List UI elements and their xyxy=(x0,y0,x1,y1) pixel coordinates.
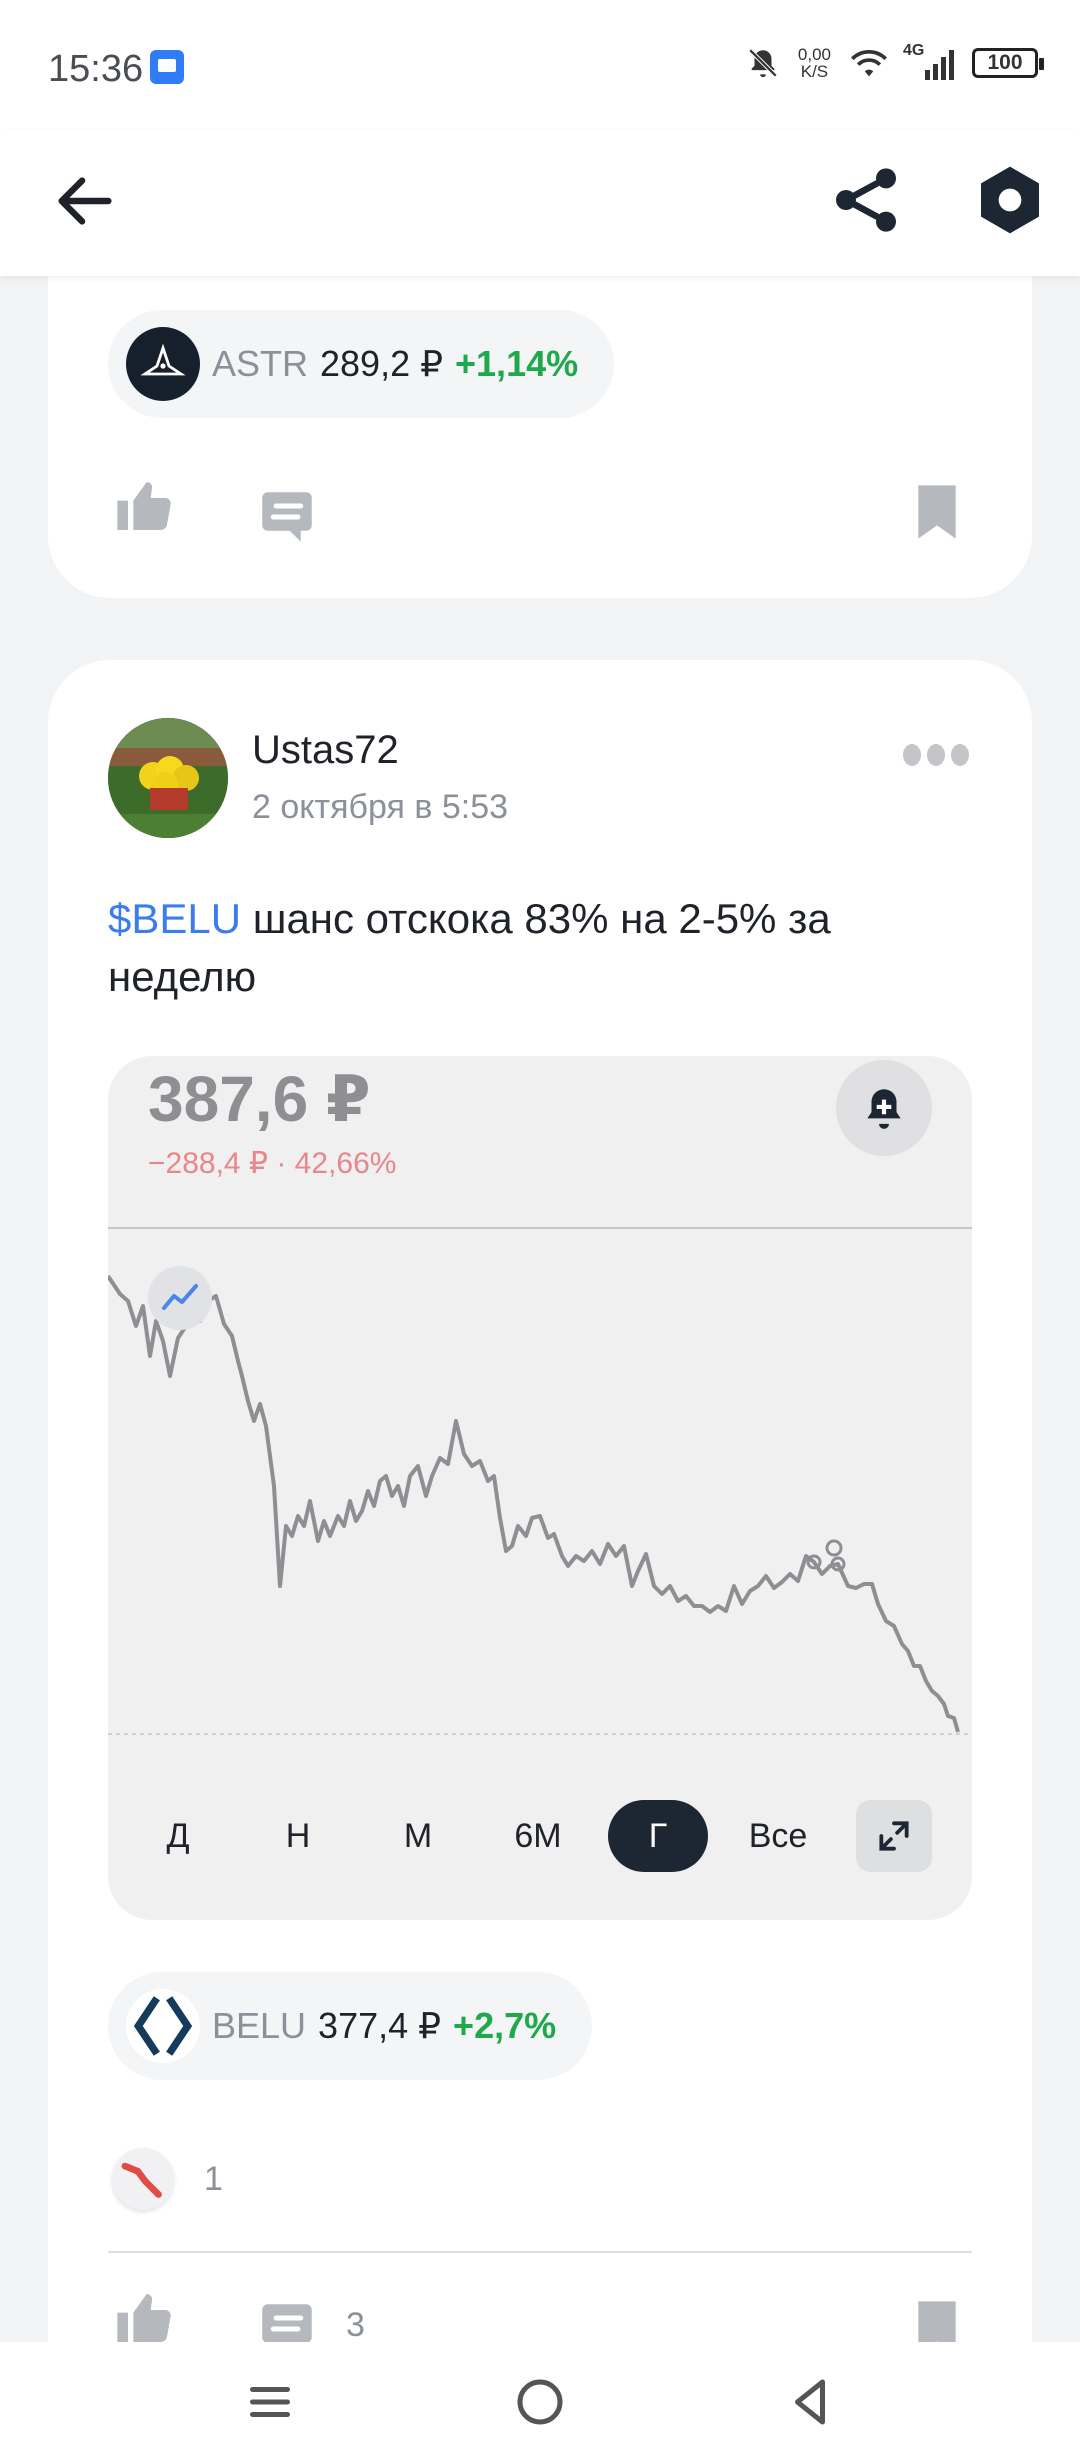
range-day[interactable]: Д xyxy=(148,1800,208,1872)
like-icon[interactable] xyxy=(112,474,176,538)
chart-price: 387,6 ₽ xyxy=(148,1063,371,1135)
app-bar xyxy=(0,130,1080,276)
chart-event-marker[interactable] xyxy=(825,1539,843,1557)
previous-post-card xyxy=(48,240,1032,598)
post-ticker-tag[interactable]: $BELU xyxy=(108,895,241,942)
ticker-change: +2,7% xyxy=(453,2005,557,2046)
range-week[interactable]: Н xyxy=(268,1800,328,1872)
falling-chart-emoji-icon xyxy=(112,2148,174,2210)
ticker-chip-astr[interactable]: ASTR 289,2 ₽ +1,14% xyxy=(108,310,615,418)
range-6-months[interactable]: 6М xyxy=(498,1800,578,1872)
reaction-summary[interactable]: 1 xyxy=(112,2148,223,2210)
bell-plus-icon xyxy=(867,1089,901,1129)
chart-type-toggle[interactable] xyxy=(148,1266,212,1330)
post-date: 2 октября в 5:53 xyxy=(252,788,509,826)
status-icons: 0,00 K/S 4G 100 xyxy=(746,42,1044,80)
net-speed-value: 0,00 xyxy=(797,45,831,64)
net-speed-unit: K/S xyxy=(800,62,829,81)
ticker-price: 289,2 ₽ xyxy=(320,343,444,384)
system-nav-bar xyxy=(0,2342,1080,2460)
post-text: $BELU шанс отскока 83% на 2-5% за неделю xyxy=(108,890,968,1006)
notification-app-icon xyxy=(150,50,184,84)
avatar-photo xyxy=(108,718,228,838)
ticker-chip-belu[interactable]: BELU 377,4 ₽ +2,7% xyxy=(108,1972,593,2080)
ticker-name: BELU xyxy=(212,2005,307,2046)
divider xyxy=(108,2251,972,2253)
chart-delta: −288,4 ₽ · 42,66% xyxy=(148,1147,397,1180)
astr-logo-icon xyxy=(126,327,200,401)
reaction-count: 1 xyxy=(204,2159,223,2198)
status-bar: 15:36 0,00 K/S 4G 100 xyxy=(0,0,1080,130)
expand-icon xyxy=(879,1821,909,1851)
back-arrow-icon[interactable] xyxy=(50,166,120,236)
net-speed: 0,00 K/S xyxy=(798,46,831,80)
price-chart-card: 387,6 ₽ −288,4 ₽ · 42,66% Д Н М 6М Г Все xyxy=(108,1056,972,1920)
share-icon[interactable] xyxy=(826,160,906,240)
more-options-icon[interactable] xyxy=(900,740,972,770)
status-time: 15:36 xyxy=(48,48,144,90)
menu-icon[interactable] xyxy=(240,2372,300,2432)
bookmark-icon[interactable] xyxy=(908,480,966,544)
range-selector: Д Н М 6М Г Все xyxy=(108,1800,972,1876)
ticker-price: 377,4 ₽ xyxy=(318,2005,442,2046)
network-type: 4G xyxy=(903,42,925,59)
author-name[interactable]: Ustas72 xyxy=(252,728,399,773)
price-alert-button[interactable] xyxy=(836,1060,932,1156)
ticker-change: +1,14% xyxy=(455,343,579,384)
range-month[interactable]: М xyxy=(388,1800,448,1872)
ticker-name: ASTR xyxy=(212,343,309,384)
author-avatar[interactable] xyxy=(108,718,228,838)
like-icon[interactable] xyxy=(112,2286,176,2350)
home-circle-icon[interactable] xyxy=(510,2372,570,2432)
expand-chart-button[interactable] xyxy=(856,1800,932,1872)
mute-bell-icon xyxy=(748,48,778,78)
price-line-chart xyxy=(108,1227,972,1735)
hexagon-settings-icon[interactable] xyxy=(970,160,1050,240)
range-year[interactable]: Г xyxy=(608,1800,708,1872)
range-all[interactable]: Все xyxy=(738,1800,818,1872)
comments-count: 3 xyxy=(346,2306,365,2344)
signal-icon: 4G xyxy=(903,42,954,80)
price-line xyxy=(108,1274,960,1733)
wifi-icon xyxy=(851,50,887,77)
belu-logo-icon xyxy=(126,1989,200,2063)
battery-indicator: 100 xyxy=(972,48,1044,78)
comment-icon[interactable] xyxy=(254,484,320,550)
back-triangle-icon[interactable] xyxy=(780,2372,840,2432)
